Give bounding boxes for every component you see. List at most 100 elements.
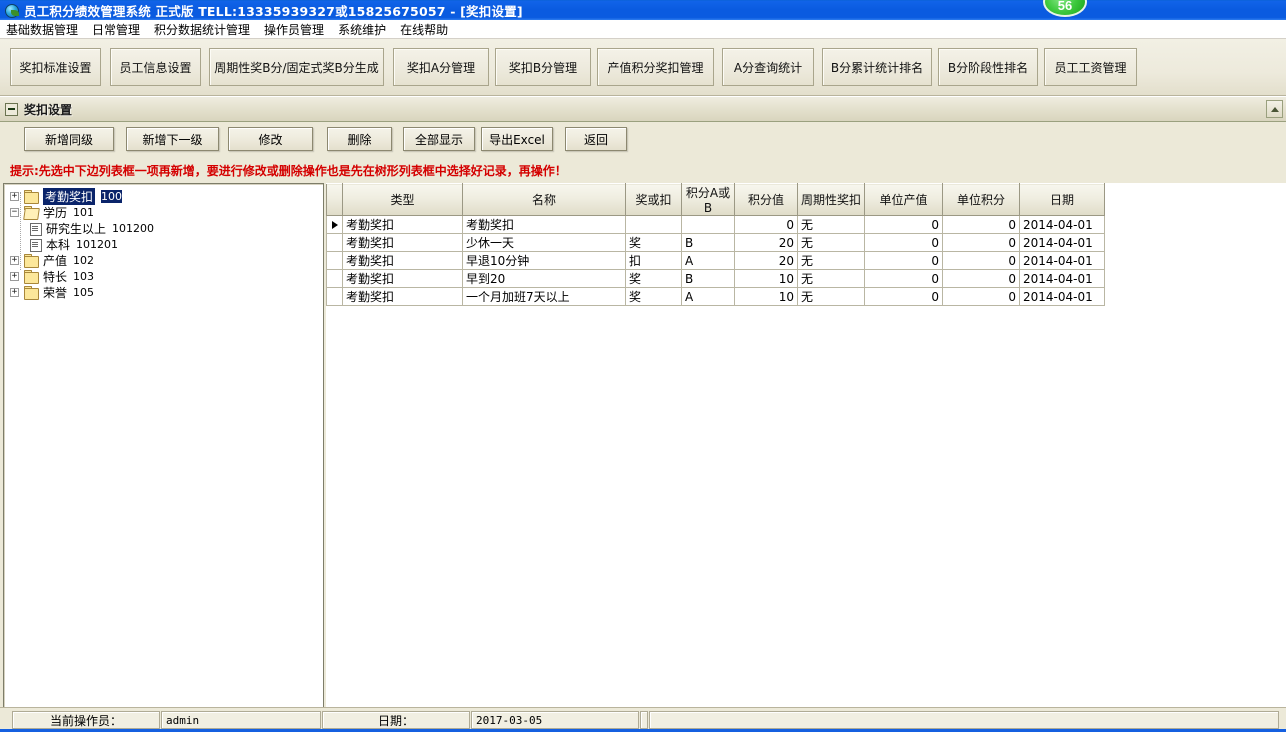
tree-expander-plus-icon[interactable]: + <box>10 191 19 201</box>
cell-name[interactable]: 早退10分钟 <box>462 251 626 270</box>
table-row[interactable]: 考勤奖扣 少休一天 奖 B 20 无 0 0 2014-04-01 <box>326 233 1105 252</box>
column-header-reward-or-deduct[interactable]: 奖或扣 <box>625 183 682 216</box>
cell-name[interactable]: 考勤奖扣 <box>462 215 626 234</box>
add-child-button[interactable]: 新增下一级 <box>126 127 219 151</box>
cell-points-a-or-b[interactable] <box>681 215 735 234</box>
collapse-minus-icon[interactable] <box>5 102 18 116</box>
cell-periodic[interactable]: 无 <box>797 269 865 288</box>
column-header-date[interactable]: 日期 <box>1019 183 1105 216</box>
cell-name[interactable]: 一个月加班7天以上 <box>462 287 626 306</box>
cell-points-value[interactable]: 10 <box>734 269 798 288</box>
cell-points-value[interactable]: 20 <box>734 251 798 270</box>
column-header-points-value[interactable]: 积分值 <box>734 183 798 216</box>
cell-reward-or-deduct[interactable]: 奖 <box>625 287 682 306</box>
table-row[interactable]: 考勤奖扣 一个月加班7天以上 奖 A 10 无 0 0 2014-04-01 <box>326 287 1105 306</box>
cell-reward-or-deduct[interactable]: 扣 <box>625 251 682 270</box>
menu-item-system-maintenance[interactable]: 系统维护 <box>332 20 392 39</box>
cell-unit-output[interactable]: 0 <box>864 215 943 234</box>
menu-item-online-help[interactable]: 在线帮助 <box>394 20 454 39</box>
tree-expander-minus-icon[interactable]: − <box>10 207 19 217</box>
cell-name[interactable]: 早到20 <box>462 269 626 288</box>
cell-reward-or-deduct[interactable] <box>625 215 682 234</box>
delete-button[interactable]: 删除 <box>327 127 392 151</box>
toolbar-button-reward-standard-settings[interactable]: 奖扣标准设置 <box>10 48 101 86</box>
cell-unit-output[interactable]: 0 <box>864 233 943 252</box>
notification-badge[interactable]: 56 <box>1043 0 1087 17</box>
cell-unit-points[interactable]: 0 <box>942 233 1020 252</box>
reward-rules-grid-panel[interactable]: 类型 名称 奖或扣 积分A或B 积分值 周期性奖扣 单位产值 单位积分 日期 考… <box>326 183 1286 707</box>
toolbar-button-employee-salary-management[interactable]: 员工工资管理 <box>1044 48 1137 86</box>
cell-periodic[interactable]: 无 <box>797 251 865 270</box>
cell-date[interactable]: 2014-04-01 <box>1019 251 1105 270</box>
table-row[interactable]: 考勤奖扣 早退10分钟 扣 A 20 无 0 0 2014-04-01 <box>326 251 1105 270</box>
cell-date[interactable]: 2014-04-01 <box>1019 215 1105 234</box>
toolbar-button-output-points-management[interactable]: 产值积分奖扣管理 <box>597 48 714 86</box>
cell-type[interactable]: 考勤奖扣 <box>342 287 463 306</box>
row-selector-cell[interactable] <box>326 215 343 234</box>
toolbar-button-reward-a-points-management[interactable]: 奖扣A分管理 <box>393 48 489 86</box>
cell-reward-or-deduct[interactable]: 奖 <box>625 233 682 252</box>
tree-expander-plus-icon[interactable]: + <box>10 271 19 281</box>
column-header-points-a-or-b[interactable]: 积分A或B <box>681 183 735 216</box>
cell-points-a-or-b[interactable]: B <box>681 233 735 252</box>
show-all-button[interactable]: 全部显示 <box>403 127 475 151</box>
cell-periodic[interactable]: 无 <box>797 287 865 306</box>
cell-unit-output[interactable]: 0 <box>864 287 943 306</box>
menu-item-points-statistics[interactable]: 积分数据统计管理 <box>148 20 256 39</box>
edit-button[interactable]: 修改 <box>228 127 313 151</box>
tree-node-specialty[interactable]: + 特长 103 <box>4 268 323 284</box>
toolbar-button-a-points-query[interactable]: A分查询统计 <box>722 48 814 86</box>
menu-item-basic-data[interactable]: 基础数据管理 <box>0 20 84 39</box>
toolbar-button-employee-info-settings[interactable]: 员工信息设置 <box>110 48 201 86</box>
cell-points-value[interactable]: 10 <box>734 287 798 306</box>
row-selector-cell[interactable] <box>326 233 343 252</box>
export-excel-button[interactable]: 导出Excel <box>481 127 553 151</box>
cell-points-a-or-b[interactable]: A <box>681 287 735 306</box>
cell-periodic[interactable]: 无 <box>797 215 865 234</box>
tree-node-attendance[interactable]: + 考勤奖扣 100 <box>4 187 323 205</box>
cell-name[interactable]: 少休一天 <box>462 233 626 252</box>
tree-node-output-value[interactable]: + 产值 102 <box>4 252 323 268</box>
column-header-type[interactable]: 类型 <box>342 183 463 216</box>
toolbar-button-b-points-stage-ranking[interactable]: B分阶段性排名 <box>938 48 1038 86</box>
cell-unit-points[interactable]: 0 <box>942 215 1020 234</box>
cell-reward-or-deduct[interactable]: 奖 <box>625 269 682 288</box>
toolbar-button-periodic-b-points-generate[interactable]: 周期性奖B分/固定式奖B分生成 <box>209 48 384 86</box>
tree-node-education[interactable]: − 学历 101 <box>4 204 323 220</box>
back-button[interactable]: 返回 <box>565 127 627 151</box>
tree-expander-plus-icon[interactable]: + <box>10 287 19 297</box>
cell-date[interactable]: 2014-04-01 <box>1019 269 1105 288</box>
add-sibling-button[interactable]: 新增同级 <box>24 127 114 151</box>
cell-periodic[interactable]: 无 <box>797 233 865 252</box>
tree-node-graduate-and-above[interactable]: 研究生以上 101200 <box>4 220 323 236</box>
row-selector-cell[interactable] <box>326 269 343 288</box>
cell-unit-output[interactable]: 0 <box>864 269 943 288</box>
cell-points-a-or-b[interactable]: A <box>681 251 735 270</box>
column-header-unit-points[interactable]: 单位积分 <box>942 183 1020 216</box>
cell-date[interactable]: 2014-04-01 <box>1019 233 1105 252</box>
cell-type[interactable]: 考勤奖扣 <box>342 269 463 288</box>
tree-expander-plus-icon[interactable]: + <box>10 255 19 265</box>
column-header-unit-output[interactable]: 单位产值 <box>864 183 943 216</box>
cell-unit-points[interactable]: 0 <box>942 251 1020 270</box>
cell-type[interactable]: 考勤奖扣 <box>342 215 463 234</box>
menu-item-operator-management[interactable]: 操作员管理 <box>258 20 330 39</box>
row-selector-cell[interactable] <box>326 287 343 306</box>
tree-node-honor[interactable]: + 荣誉 105 <box>4 284 323 300</box>
row-selector-cell[interactable] <box>326 251 343 270</box>
column-header-periodic[interactable]: 周期性奖扣 <box>797 183 865 216</box>
table-row[interactable]: 考勤奖扣 早到20 奖 B 10 无 0 0 2014-04-01 <box>326 269 1105 288</box>
category-tree-panel[interactable]: + 考勤奖扣 100 − 学历 101 研究生以上 101200 本科 101201 +… <box>3 183 324 709</box>
cell-date[interactable]: 2014-04-01 <box>1019 287 1105 306</box>
toolbar-button-reward-b-points-management[interactable]: 奖扣B分管理 <box>495 48 591 86</box>
cell-unit-points[interactable]: 0 <box>942 287 1020 306</box>
scroll-up-icon[interactable] <box>1266 100 1283 118</box>
cell-points-value[interactable]: 0 <box>734 215 798 234</box>
menu-item-daily-management[interactable]: 日常管理 <box>86 20 146 39</box>
cell-points-value[interactable]: 20 <box>734 233 798 252</box>
cell-unit-output[interactable]: 0 <box>864 251 943 270</box>
cell-type[interactable]: 考勤奖扣 <box>342 233 463 252</box>
cell-unit-points[interactable]: 0 <box>942 269 1020 288</box>
cell-points-a-or-b[interactable]: B <box>681 269 735 288</box>
toolbar-button-b-points-cumulative-ranking[interactable]: B分累计统计排名 <box>822 48 932 86</box>
